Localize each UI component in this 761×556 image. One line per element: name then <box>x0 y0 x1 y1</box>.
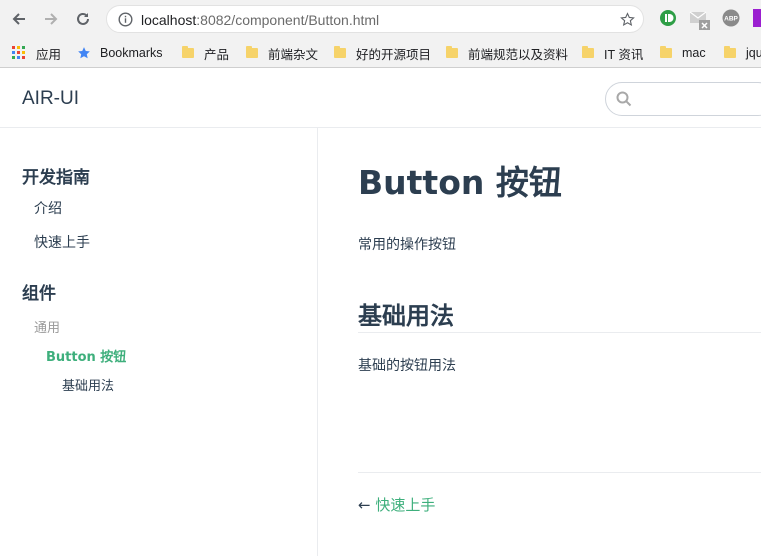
page-description: 常用的操作按钮 <box>358 237 456 253</box>
bookmark-folder[interactable]: 前端规范以及资料 <box>446 44 568 62</box>
mail-extension-icon[interactable] <box>689 9 711 35</box>
bookmarks-bar: 应用 Bookmarks 产品 前端杂文 好的开源项目 前端规范以及资料 IT … <box>0 38 761 68</box>
bookmark-label: 产品 <box>204 47 230 62</box>
apps-grid-icon <box>12 46 25 59</box>
url-path: :8082/component/Button.html <box>196 12 380 28</box>
folder-icon <box>660 46 672 58</box>
search-box[interactable] <box>605 82 761 116</box>
footer-divider <box>358 472 761 473</box>
section-divider <box>358 332 761 333</box>
folder-icon <box>334 46 346 58</box>
main-content: Button 按钮 常用的操作按钮 基础用法 基础的按钮用法 ← 快速上手 <box>318 128 761 556</box>
sidebar-item-general: 通用 <box>34 321 61 336</box>
reload-icon[interactable] <box>72 8 94 30</box>
bookmark-label: jqu <box>746 46 761 60</box>
search-input[interactable] <box>638 89 758 109</box>
sidebar: 开发指南 介绍 快速上手 组件 通用 Button 按钮 基础用法 <box>0 128 318 556</box>
folder-icon <box>182 46 194 58</box>
abp-extension-icon[interactable]: ABP <box>722 9 740 31</box>
bookmark-label: Bookmarks <box>100 46 163 60</box>
sidebar-item-button-active[interactable]: Button 按钮 <box>46 346 126 365</box>
bookmark-folder[interactable]: 产品 <box>182 44 229 62</box>
folder-icon <box>446 46 458 58</box>
bookmark-label: 好的开源项目 <box>356 47 432 62</box>
purple-extension-icon[interactable] <box>753 9 761 27</box>
bookmark-folder[interactable]: 好的开源项目 <box>334 44 431 62</box>
section-title: 基础用法 <box>358 302 454 330</box>
bookmark-label: 前端杂文 <box>268 47 319 62</box>
site-navbar: AIR-UI <box>0 69 761 128</box>
section-text: 基础的按钮用法 <box>358 358 456 374</box>
forward-icon[interactable] <box>40 8 62 30</box>
docs-page: AIR-UI 开发指南 介绍 快速上手 组件 通用 Button 按钮 基础用法… <box>0 69 761 556</box>
folder-icon <box>724 46 736 58</box>
bookmark-folder[interactable]: jqu <box>724 44 761 62</box>
sidebar-subitem-basic-usage[interactable]: 基础用法 <box>62 375 114 394</box>
sidebar-group-components: 组件 <box>22 284 56 304</box>
prev-arrow: ← <box>358 496 371 514</box>
site-logo[interactable]: AIR-UI <box>22 88 79 110</box>
sidebar-item-intro[interactable]: 介绍 <box>34 198 62 218</box>
sidebar-item-quickstart[interactable]: 快速上手 <box>34 232 90 252</box>
bookmark-label: 应用 <box>36 47 62 62</box>
folder-icon <box>582 46 594 58</box>
bookmark-folder[interactable]: mac <box>660 44 706 62</box>
url-text: localhost:8082/component/Button.html <box>141 12 379 28</box>
sidebar-group-guide: 开发指南 <box>22 168 90 188</box>
page-title: Button 按钮 <box>358 163 562 202</box>
star-icon <box>78 47 90 59</box>
url-host: localhost <box>141 12 197 28</box>
bookmark-label: IT 资讯 <box>604 47 644 62</box>
bookmark-label: mac <box>682 46 706 60</box>
bookmark-folder[interactable]: IT 资讯 <box>582 44 643 62</box>
prev-page-nav: ← 快速上手 <box>358 494 435 515</box>
bookmark-label: 前端规范以及资料 <box>468 47 569 62</box>
prev-page-link[interactable]: 快速上手 <box>375 496 435 514</box>
back-icon[interactable] <box>8 8 30 30</box>
bookmark-apps[interactable]: 应用 <box>12 44 61 62</box>
bookmark-star-icon[interactable] <box>620 12 635 27</box>
browser-toolbar: localhost:8082/component/Button.html ABP <box>0 0 761 38</box>
bookmark-folder[interactable]: 前端杂文 <box>246 44 318 62</box>
info-icon[interactable] <box>118 12 133 27</box>
bookmark-bookmarks[interactable]: Bookmarks <box>77 44 163 62</box>
search-icon <box>616 91 632 107</box>
address-bar[interactable]: localhost:8082/component/Button.html <box>106 5 644 33</box>
green-extension-icon[interactable] <box>659 9 677 31</box>
svg-text:ABP: ABP <box>724 16 738 23</box>
folder-icon <box>246 46 258 58</box>
